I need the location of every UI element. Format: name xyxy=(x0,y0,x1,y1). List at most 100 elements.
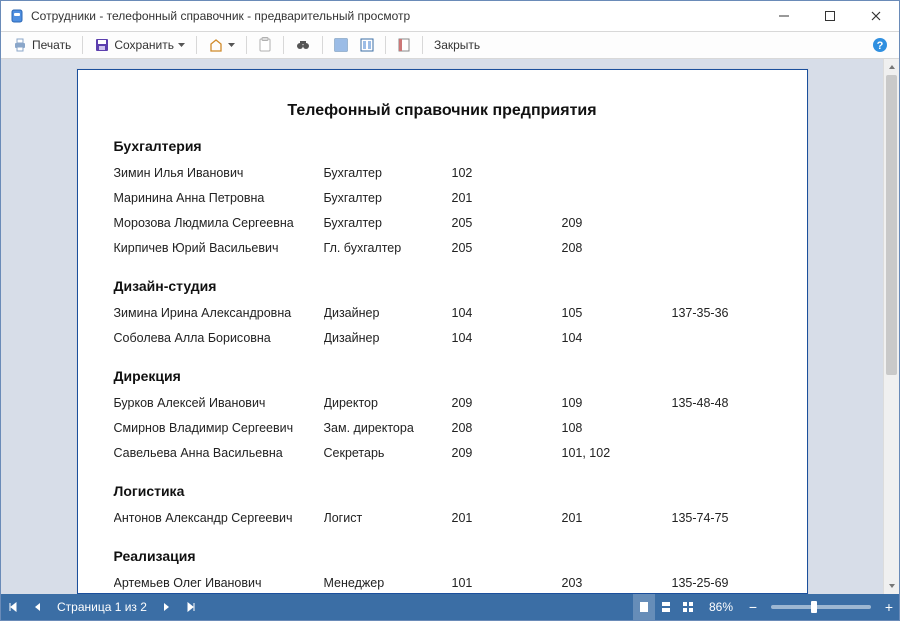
page-indicator: Страница 1 из 2 xyxy=(49,600,155,614)
toolbar-separator xyxy=(422,36,423,54)
employee-name: Кирпичев Юрий Васильевич xyxy=(114,241,324,255)
binoculars-icon xyxy=(295,37,311,53)
scroll-up-icon[interactable] xyxy=(884,59,899,75)
prev-page-button[interactable] xyxy=(25,594,49,620)
toolbar-separator xyxy=(196,36,197,54)
titlebar: Сотрудники - телефонный справочник - пре… xyxy=(1,1,899,31)
toolbar: Печать Сохранить xyxy=(1,31,899,59)
chevron-down-icon xyxy=(228,43,235,47)
minimize-button[interactable] xyxy=(761,1,807,31)
employee-name: Артемьев Олег Иванович xyxy=(114,576,324,590)
employee-name: Савельева Анна Васильевна xyxy=(114,446,324,460)
page-setup-button[interactable] xyxy=(392,34,416,56)
table-row: Смирнов Владимир СергеевичЗам. директора… xyxy=(114,415,771,440)
table-row: Зимина Ирина АлександровнаДизайнер104105… xyxy=(114,300,771,325)
toolbar-separator xyxy=(82,36,83,54)
find-button[interactable] xyxy=(290,34,316,56)
phone-2: 108 xyxy=(562,421,672,435)
close-window-button[interactable] xyxy=(853,1,899,31)
table-row: Артемьев Олег ИвановичМенеджер101203135-… xyxy=(114,570,771,594)
zoom-in-button[interactable]: + xyxy=(879,594,899,620)
phone-2: 203 xyxy=(562,576,672,590)
phone-1: 101 xyxy=(452,576,562,590)
next-page-button[interactable] xyxy=(155,594,179,620)
view-columns-button[interactable] xyxy=(355,34,379,56)
table-row: Антонов Александр СергеевичЛогист2012011… xyxy=(114,505,771,530)
page-single-icon xyxy=(334,38,348,52)
employee-position: Секретарь xyxy=(324,446,452,460)
table-row: Морозова Людмила СергеевнаБухгалтер20520… xyxy=(114,210,771,235)
employee-position: Гл. бухгалтер xyxy=(324,241,452,255)
export-button[interactable] xyxy=(203,34,240,56)
chevron-down-icon xyxy=(178,43,185,47)
save-button[interactable]: Сохранить xyxy=(89,34,190,56)
table-row: Савельева Анна ВасильевнаСекретарь209101… xyxy=(114,440,771,465)
employee-position: Бухгалтер xyxy=(324,191,452,205)
help-icon: ? xyxy=(872,37,888,53)
employee-name: Морозова Людмила Сергеевна xyxy=(114,216,324,230)
phone-1: 102 xyxy=(452,166,562,180)
table-row: Зимин Илья ИвановичБухгалтер102 xyxy=(114,160,771,185)
scrollbar-thumb[interactable] xyxy=(886,75,897,375)
phone-1: 104 xyxy=(452,306,562,320)
toolbar-separator xyxy=(283,36,284,54)
table-row: Соболева Алла БорисовнаДизайнер104104 xyxy=(114,325,771,350)
page-columns-icon xyxy=(360,38,374,52)
zoom-slider-knob[interactable] xyxy=(811,601,817,613)
department-header: Дизайн-студия xyxy=(114,278,771,294)
table-row: Бурков Алексей ИвановичДиректор209109135… xyxy=(114,390,771,415)
scrollbar-track[interactable] xyxy=(884,75,899,578)
document-page: Телефонный справочник предприятия Бухгал… xyxy=(77,69,808,594)
employee-position: Бухгалтер xyxy=(324,216,452,230)
save-icon xyxy=(94,37,110,53)
phone-2: 208 xyxy=(562,241,672,255)
view-mode-continuous-button[interactable] xyxy=(655,594,677,620)
document-title: Телефонный справочник предприятия xyxy=(114,102,771,120)
help-button[interactable]: ? xyxy=(867,34,893,56)
phone-2: 201 xyxy=(562,511,672,525)
phone-1: 205 xyxy=(452,216,562,230)
window-title: Сотрудники - телефонный справочник - пре… xyxy=(31,9,761,23)
view-mode-single-button[interactable] xyxy=(633,594,655,620)
employee-position: Дизайнер xyxy=(324,331,452,345)
page-viewport[interactable]: Телефонный справочник предприятия Бухгал… xyxy=(1,59,883,594)
employee-position: Дизайнер xyxy=(324,306,452,320)
employee-position: Директор xyxy=(324,396,452,410)
maximize-button[interactable] xyxy=(807,1,853,31)
last-page-button[interactable] xyxy=(179,594,203,620)
phone-1: 104 xyxy=(452,331,562,345)
employee-name: Соболева Алла Борисовна xyxy=(114,331,324,345)
app-icon xyxy=(9,8,25,24)
export-icon xyxy=(208,37,224,53)
print-button[interactable]: Печать xyxy=(7,34,76,56)
phone-2: 109 xyxy=(562,396,672,410)
employee-position: Зам. директора xyxy=(324,421,452,435)
statusbar: Страница 1 из 2 86% − + xyxy=(1,594,899,620)
phone-3: 135-25-69 xyxy=(672,576,771,590)
employee-position: Бухгалтер xyxy=(324,166,452,180)
svg-text:?: ? xyxy=(877,40,884,52)
phone-1: 201 xyxy=(452,191,562,205)
employee-name: Зимина Ирина Александровна xyxy=(114,306,324,320)
printer-icon xyxy=(12,37,28,53)
zoom-out-button[interactable]: − xyxy=(743,594,763,620)
employee-name: Маринина Анна Петровна xyxy=(114,191,324,205)
vertical-scrollbar[interactable] xyxy=(883,59,899,594)
employee-name: Бурков Алексей Иванович xyxy=(114,396,324,410)
phone-2: 209 xyxy=(562,216,672,230)
clipboard-button[interactable] xyxy=(253,34,277,56)
phone-2: 101, 102 xyxy=(562,446,672,460)
scroll-down-icon[interactable] xyxy=(884,578,899,594)
toolbar-separator xyxy=(246,36,247,54)
employee-position: Логист xyxy=(324,511,452,525)
close-preview-label: Закрыть xyxy=(434,38,480,52)
first-page-button[interactable] xyxy=(1,594,25,620)
view-single-button[interactable] xyxy=(329,34,353,56)
employee-name: Антонов Александр Сергеевич xyxy=(114,511,324,525)
view-mode-grid-button[interactable] xyxy=(677,594,699,620)
employee-name: Зимин Илья Иванович xyxy=(114,166,324,180)
department-header: Реализация xyxy=(114,548,771,564)
close-preview-button[interactable]: Закрыть xyxy=(429,34,485,56)
table-row: Кирпичев Юрий ВасильевичГл. бухгалтер205… xyxy=(114,235,771,260)
zoom-slider[interactable] xyxy=(771,605,871,609)
